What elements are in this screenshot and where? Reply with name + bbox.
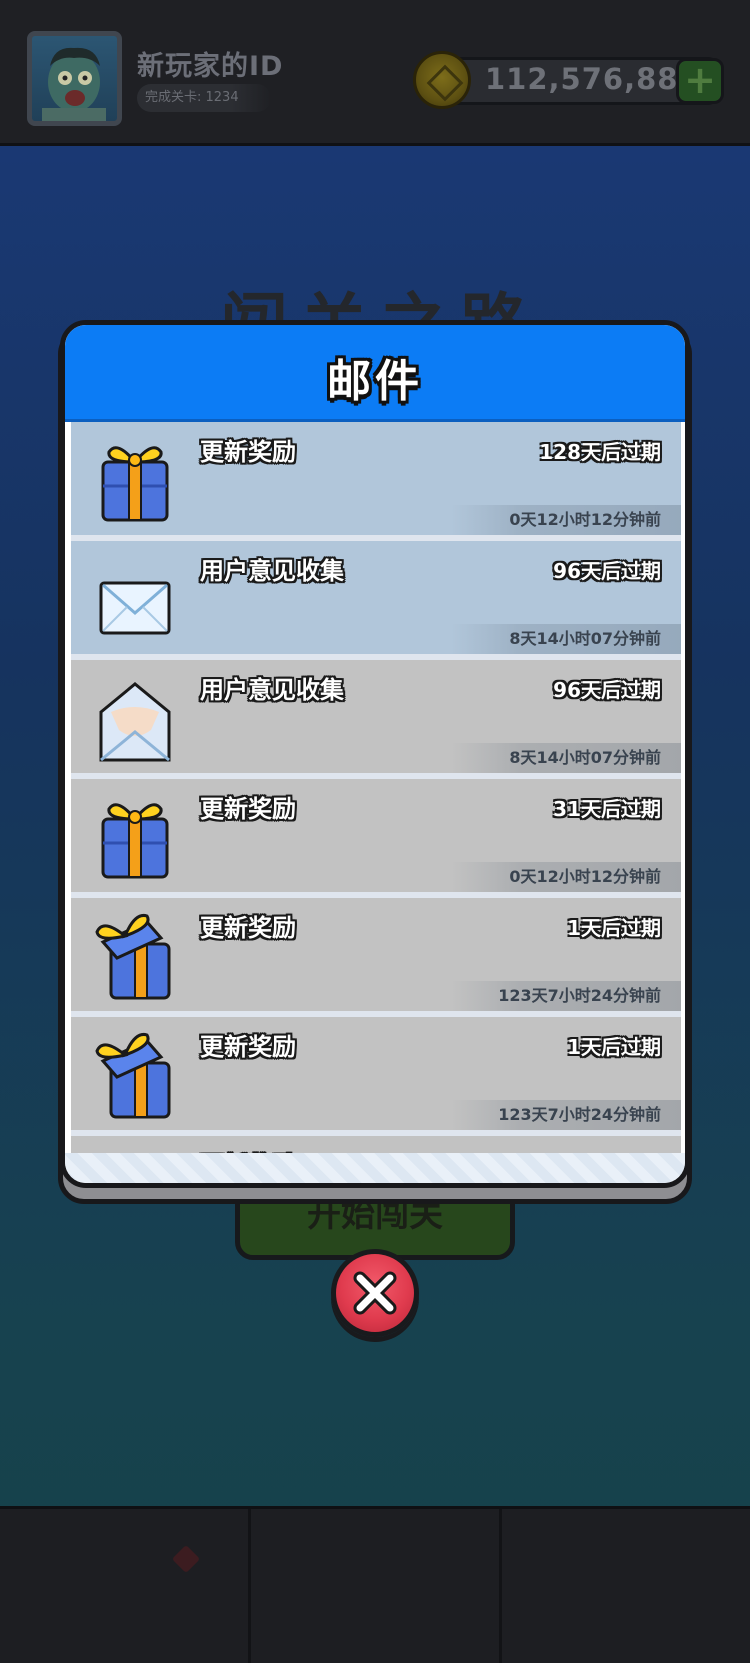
player-name: 新玩家的ID [137, 51, 284, 82]
mail-time: 123天7小时24分钟前 [498, 1105, 661, 1124]
mail-time: 0天12小时12分钟前 [509, 510, 661, 529]
mail-expire: 128天后过期 [539, 440, 661, 464]
mail-item[interactable]: 更新奖励 1天后过期 123天7小时24分钟前 [71, 1017, 681, 1130]
mail-expire: 1天后过期 [567, 916, 661, 940]
mail-subject: 更新奖励 [200, 1033, 296, 1061]
mail-subject: 更新奖励 [200, 438, 296, 466]
mail-time: 123天7小时24分钟前 [498, 986, 661, 1005]
gift-icon [101, 803, 169, 879]
mail-subject: 用户意见收集 [200, 676, 344, 704]
mail-time: 8天14小时07分钟前 [509, 748, 661, 767]
envelope-closed-icon [99, 581, 171, 635]
mail-subject: 用户意见收集 [200, 557, 344, 585]
coin-icon [413, 51, 471, 109]
add-coins-button[interactable]: + [676, 58, 724, 104]
gift-open-icon [95, 1032, 171, 1119]
top-bar: 新玩家的ID 完成关卡: 1234 112,576,885 + [0, 0, 750, 146]
zombie-avatar-icon [42, 47, 106, 121]
gift-icon [101, 446, 169, 522]
mail-expire: 96天后过期 [553, 678, 661, 702]
mail-list[interactable]: 更新奖励 128天后过期 0天12小时12分钟前 用户意见收集 96天后过期 8… [71, 422, 681, 1162]
nav-slot-center [251, 1509, 502, 1663]
nav-slot-right [502, 1509, 750, 1663]
avatar[interactable] [27, 31, 122, 126]
close-icon [353, 1271, 397, 1315]
level-progress-label: 完成关卡: 1234 [137, 84, 271, 112]
envelope-open-icon [99, 682, 171, 762]
mail-item[interactable]: 用户意见收集 96天后过期 8天14小时07分钟前 [71, 541, 681, 654]
mail-subject: 更新奖励 [200, 795, 296, 823]
mail-time: 0天12小时12分钟前 [509, 867, 661, 886]
mail-dialog-title: 邮件 [327, 356, 423, 407]
close-button[interactable] [331, 1249, 419, 1337]
mail-expire: 1天后过期 [567, 1035, 661, 1059]
mail-item[interactable]: 更新奖励 31天后过期 0天12小时12分钟前 [71, 779, 681, 892]
mail-expire: 31天后过期 [553, 797, 661, 821]
mail-dialog-header: 邮件 [65, 325, 685, 422]
mail-dialog: 邮件 更新奖励 128天后过期 0天12小时12分钟前 用户意见收集 96天后过… [60, 320, 690, 1188]
nav-slot-left [0, 1509, 251, 1663]
mail-item[interactable]: 更新奖励 1天后过期 123天7小时24分钟前 [71, 898, 681, 1011]
mail-dialog-footer [65, 1153, 685, 1183]
gift-open-icon [95, 913, 171, 1000]
mail-subject: 更新奖励 [200, 914, 296, 942]
bottom-nav [0, 1506, 750, 1663]
notification-dot-icon [171, 1544, 201, 1574]
mail-item[interactable]: 更新奖励 128天后过期 0天12小时12分钟前 [71, 422, 681, 535]
mail-expire: 96天后过期 [553, 559, 661, 583]
mail-item[interactable]: 用户意见收集 96天后过期 8天14小时07分钟前 [71, 660, 681, 773]
mail-time: 8天14小时07分钟前 [509, 629, 661, 648]
coin-amount: 112,576,885 [485, 62, 700, 96]
